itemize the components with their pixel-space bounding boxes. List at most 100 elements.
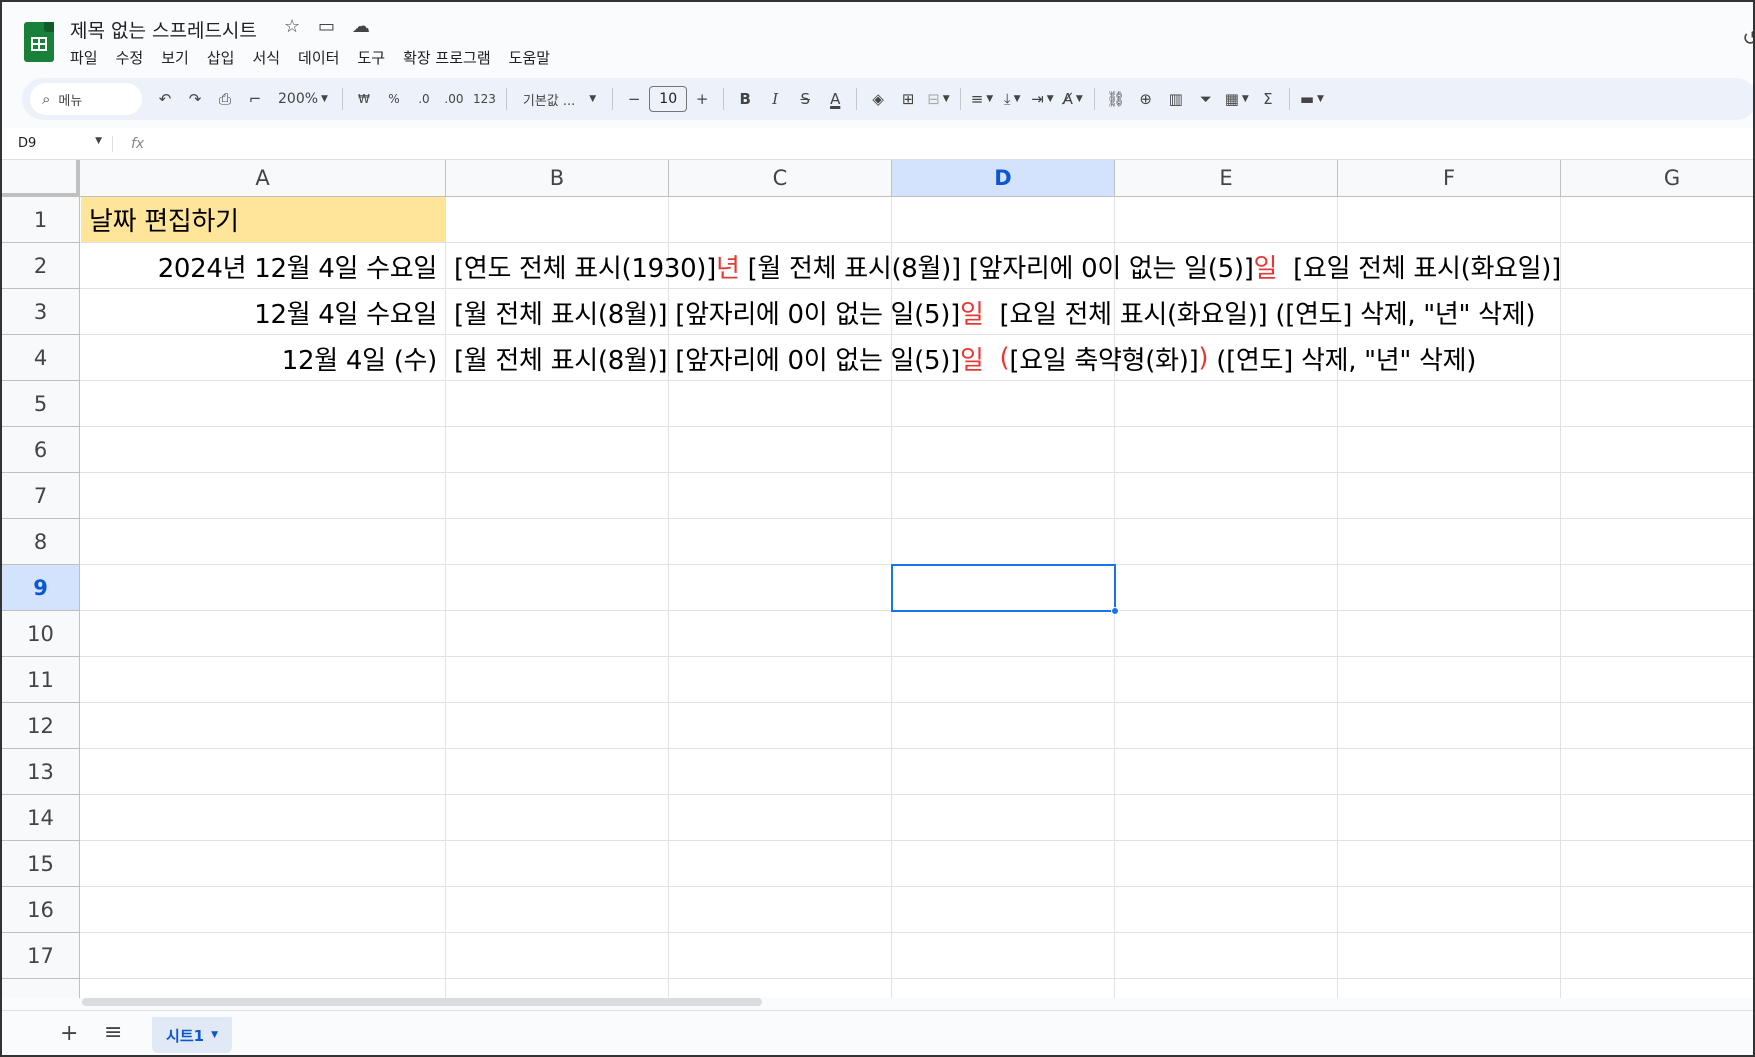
zoom-select[interactable]: 200% ▼ (270, 83, 336, 115)
currency-format-button[interactable]: ₩ (349, 83, 379, 115)
name-box[interactable]: D9 ▼ (2, 136, 112, 151)
column-header-c[interactable]: C (669, 160, 892, 197)
text-rotation-icon[interactable]: A̸ ▼ (1058, 83, 1088, 115)
row-header-3[interactable]: 3 (2, 289, 80, 335)
row-header-18[interactable] (2, 979, 80, 998)
insert-comment-icon[interactable]: ⊕ (1131, 83, 1161, 115)
row-header-17[interactable]: 17 (2, 933, 80, 979)
column-header-a[interactable]: A (80, 160, 446, 197)
row-header-1[interactable]: 1 (2, 197, 80, 243)
cell-b4[interactable]: [월 전체 표시(8월)] [앞자리에 0이 없는 일(5)] 일 ([요일 축약… (446, 335, 1476, 381)
print-icon[interactable]: ⎙ (210, 83, 240, 115)
row-header-13[interactable]: 13 (2, 749, 80, 795)
cell-b2-text: [연도 전체 표시(1930)] (454, 253, 716, 284)
row-header-5[interactable]: 5 (2, 381, 80, 427)
horizontal-scrollbar[interactable] (82, 998, 762, 1006)
row-header-8[interactable]: 8 (2, 519, 80, 565)
menu-edit[interactable]: 수정 (116, 47, 144, 68)
cell-a2[interactable]: 2024년 12월 4일 수요일 (81, 243, 445, 289)
sheet-grid[interactable]: A B C D E F G 1 2 3 4 5 6 7 8 9 10 11 12… (2, 160, 1753, 998)
paint-format-icon[interactable]: ⌐ (240, 83, 270, 115)
cell-b3-day-suffix: 일 (959, 299, 984, 330)
filter-views-icon[interactable]: ▦ ▼ (1221, 83, 1253, 115)
star-icon[interactable]: ☆ (284, 16, 300, 37)
menu-extensions[interactable]: 확장 프로그램 (403, 47, 491, 68)
number-format-button[interactable]: 123 (469, 83, 500, 115)
text-color-button[interactable]: A (820, 83, 850, 115)
column-header-e[interactable]: E (1115, 160, 1338, 197)
gridline (80, 978, 1753, 979)
add-sheet-icon[interactable]: + (60, 1021, 78, 1046)
column-header-b[interactable]: B (446, 160, 669, 197)
column-header-d[interactable]: D (892, 160, 1115, 197)
font-select[interactable]: 기본값 ... ▼ (513, 83, 606, 115)
chevron-down-icon: ▼ (95, 136, 102, 146)
row-header-2[interactable]: 2 (2, 243, 80, 289)
text-wrap-icon[interactable]: ⇥ ▼ (1027, 83, 1058, 115)
cell-a3[interactable]: 12월 4일 수요일 (81, 289, 445, 335)
borders-icon[interactable]: ⊞ (893, 83, 923, 115)
insert-chart-icon[interactable]: ▥ (1161, 83, 1191, 115)
menu-search[interactable]: ⌕ 메뉴 (30, 83, 142, 115)
cell-b3[interactable]: [월 전체 표시(8월)] [앞자리에 0이 없는 일(5)] 일 [요일 전체 … (446, 289, 1536, 335)
increase-decimal-button[interactable]: .00 (439, 83, 469, 115)
row-header-14[interactable]: 14 (2, 795, 80, 841)
menu-tools[interactable]: 도구 (357, 47, 385, 68)
fill-color-icon[interactable]: ◈ (863, 83, 893, 115)
gridline (80, 656, 1753, 657)
cell-a4[interactable]: 12월 4일 (수) (81, 335, 445, 381)
redo-icon[interactable]: ↷ (180, 83, 210, 115)
fill-handle[interactable] (1111, 607, 1119, 615)
chevron-down-icon: ▼ (589, 94, 597, 104)
row-header-7[interactable]: 7 (2, 473, 80, 519)
menu-file[interactable]: 파일 (70, 47, 98, 68)
row-header-12[interactable]: 12 (2, 703, 80, 749)
row-header-16[interactable]: 16 (2, 887, 80, 933)
bold-button[interactable]: B (730, 83, 760, 115)
row-header-4[interactable]: 4 (2, 335, 80, 381)
font-size-increase-icon[interactable]: + (687, 83, 717, 115)
cell-a1[interactable]: 날짜 편집하기 (81, 197, 445, 242)
formula-input[interactable] (144, 128, 1753, 159)
selected-cell-d9[interactable] (891, 564, 1116, 612)
cloud-status-icon[interactable]: ☁ (352, 16, 370, 37)
percent-format-button[interactable]: % (379, 83, 409, 115)
select-all-corner[interactable] (2, 160, 80, 197)
filter-icon[interactable]: ⏷ (1191, 83, 1221, 115)
all-sheets-icon[interactable]: ≡ (104, 1020, 122, 1045)
row-header-6[interactable]: 6 (2, 427, 80, 473)
column-header-g[interactable]: G (1561, 160, 1753, 197)
menu-view[interactable]: 보기 (161, 47, 189, 68)
sheet-tab[interactable]: 시트1 ▼ (152, 1017, 232, 1053)
menu-help[interactable]: 도움말 (509, 47, 550, 68)
font-size-input[interactable]: 10 (649, 86, 688, 112)
row-header-10[interactable]: 10 (2, 611, 80, 657)
undo-icon[interactable]: ↶ (150, 83, 180, 115)
merge-cells-icon[interactable]: ⊟ ▼ (923, 83, 954, 115)
italic-button[interactable]: I (760, 83, 790, 115)
cell-b4-open-paren: ( (983, 343, 1010, 373)
strikethrough-button[interactable]: S (790, 83, 820, 115)
document-title[interactable]: 제목 없는 스프레드시트 (70, 16, 257, 43)
sheets-logo-icon[interactable] (24, 22, 54, 62)
input-tools-icon[interactable]: ▬ ▼ (1296, 83, 1328, 115)
row-header-15[interactable]: 15 (2, 841, 80, 887)
functions-button[interactable]: Σ (1253, 83, 1283, 115)
column-header-f[interactable]: F (1338, 160, 1561, 197)
insert-link-icon[interactable]: ⛓ (1101, 83, 1131, 115)
decrease-decimal-button[interactable]: .0 (409, 83, 439, 115)
menu-data[interactable]: 데이터 (298, 47, 339, 68)
sheet-tab-label: 시트1 (166, 1026, 205, 1045)
horizontal-align-icon[interactable]: ≡ ▼ (967, 83, 998, 115)
menu-format[interactable]: 서식 (252, 47, 280, 68)
font-size-decrease-icon[interactable]: − (619, 83, 649, 115)
gridline (80, 840, 1753, 841)
cell-b2[interactable]: [연도 전체 표시(1930)] 년 [월 전체 표시(8월)] [앞자리에 0이… (446, 243, 1561, 289)
version-history-icon[interactable]: ↺ (1742, 26, 1753, 50)
menu-insert[interactable]: 삽입 (207, 47, 235, 68)
vertical-align-icon[interactable]: ⤓ ▼ (997, 83, 1027, 115)
cell-reference: D9 (18, 136, 37, 151)
row-header-11[interactable]: 11 (2, 657, 80, 703)
move-folder-icon[interactable]: ▭ (318, 16, 335, 37)
row-header-9[interactable]: 9 (2, 565, 80, 611)
